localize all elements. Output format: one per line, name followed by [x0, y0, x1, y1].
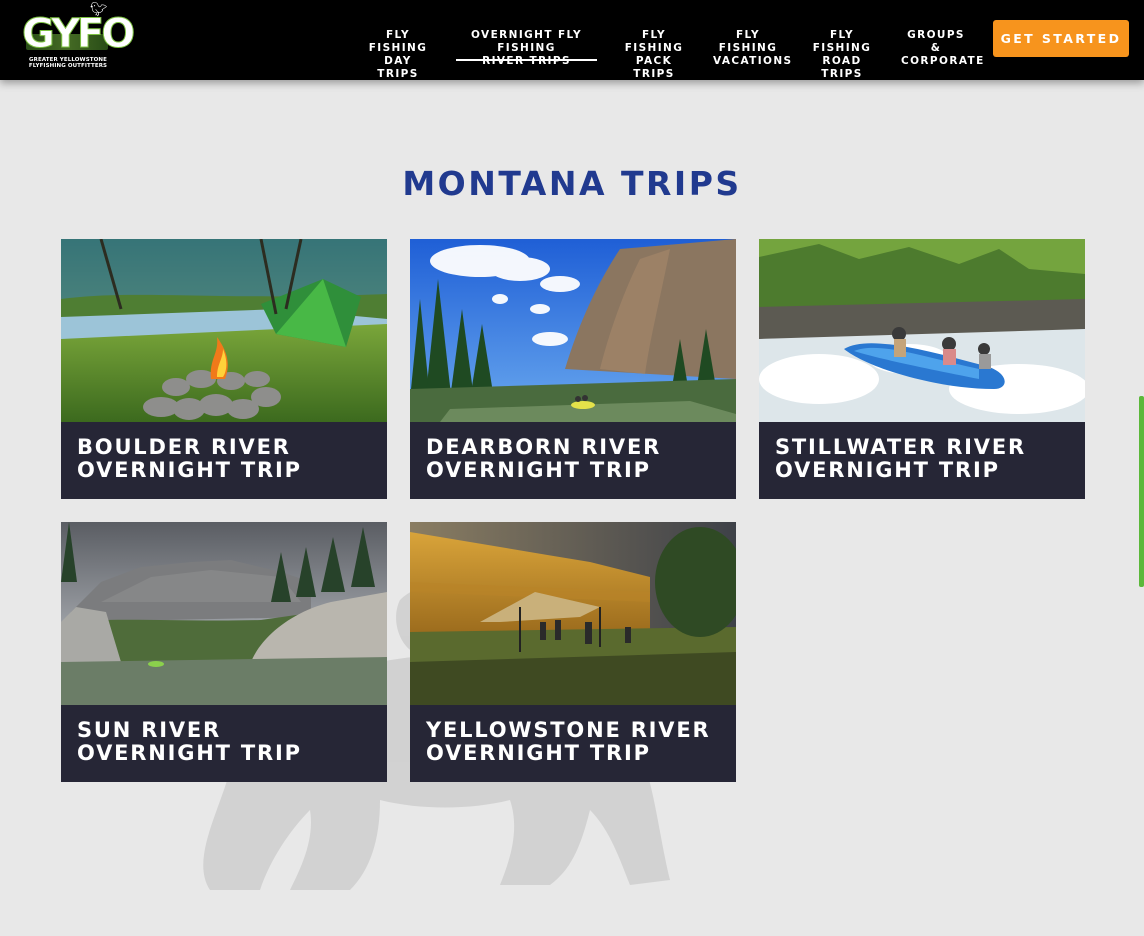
nav-groups-corporate[interactable]: GROUPS & CORPORATE	[901, 29, 983, 68]
trip-card-dearborn-river[interactable]: DEARBORN RIVER OVERNIGHT TRIP	[410, 239, 736, 499]
site-header: GYFO 🐦︎ GREATER YELLOWSTONE FLYFISHING O…	[0, 0, 1144, 80]
trip-card-boulder-river[interactable]: BOULDER RIVER OVERNIGHT TRIP	[61, 239, 387, 499]
trip-title: STILLWATER RIVER OVERNIGHT TRIP	[775, 435, 1026, 482]
get-started-button[interactable]: GET STARTED	[993, 20, 1129, 57]
gyfo-logo[interactable]: GYFO 🐦︎ GREATER YELLOWSTONE FLYFISHING O…	[22, 2, 136, 70]
nav-road-trips[interactable]: FLY FISHING ROAD TRIPS	[807, 29, 877, 81]
trip-photo-dearborn	[410, 239, 736, 422]
nav-day-trips[interactable]: FLY FISHING DAY TRIPS	[363, 29, 433, 81]
nav-pack-trips[interactable]: FLY FISHING PACK TRIPS	[619, 29, 689, 81]
trip-title: YELLOWSTONE RIVER OVERNIGHT TRIP	[426, 718, 711, 765]
logo-subtitle: GREATER YELLOWSTONE FLYFISHING OUTFITTER…	[22, 57, 114, 69]
trip-photo-boulder	[61, 239, 387, 422]
trip-card-yellowstone-river[interactable]: YELLOWSTONE RIVER OVERNIGHT TRIP	[410, 522, 736, 782]
trip-title: SUN RIVER OVERNIGHT TRIP	[77, 718, 302, 765]
logo-wordmark: GYFO	[22, 11, 136, 57]
trip-title: DEARBORN RIVER OVERNIGHT TRIP	[426, 435, 662, 482]
trip-title: BOULDER RIVER OVERNIGHT TRIP	[77, 435, 302, 482]
bird-icon: 🐦︎	[90, 2, 108, 18]
nav-vacations[interactable]: FLY FISHING VACATIONS	[713, 29, 791, 68]
trip-card-sun-river[interactable]: SUN RIVER OVERNIGHT TRIP	[61, 522, 387, 782]
trip-photo-sun	[61, 522, 387, 705]
trip-photo-stillwater	[759, 239, 1085, 422]
nav-overnight-river-trips[interactable]: OVERNIGHT FLY FISHING RIVER TRIPS	[456, 29, 597, 67]
trip-photo-yellowstone	[410, 522, 736, 705]
scroll-indicator[interactable]	[1139, 396, 1144, 587]
trip-card-stillwater-river[interactable]: STILLWATER RIVER OVERNIGHT TRIP	[759, 239, 1085, 499]
page-title: MONTANA TRIPS	[402, 164, 742, 203]
logo-subtitle-line2: FLYFISHING OUTFITTERS	[28, 63, 108, 69]
